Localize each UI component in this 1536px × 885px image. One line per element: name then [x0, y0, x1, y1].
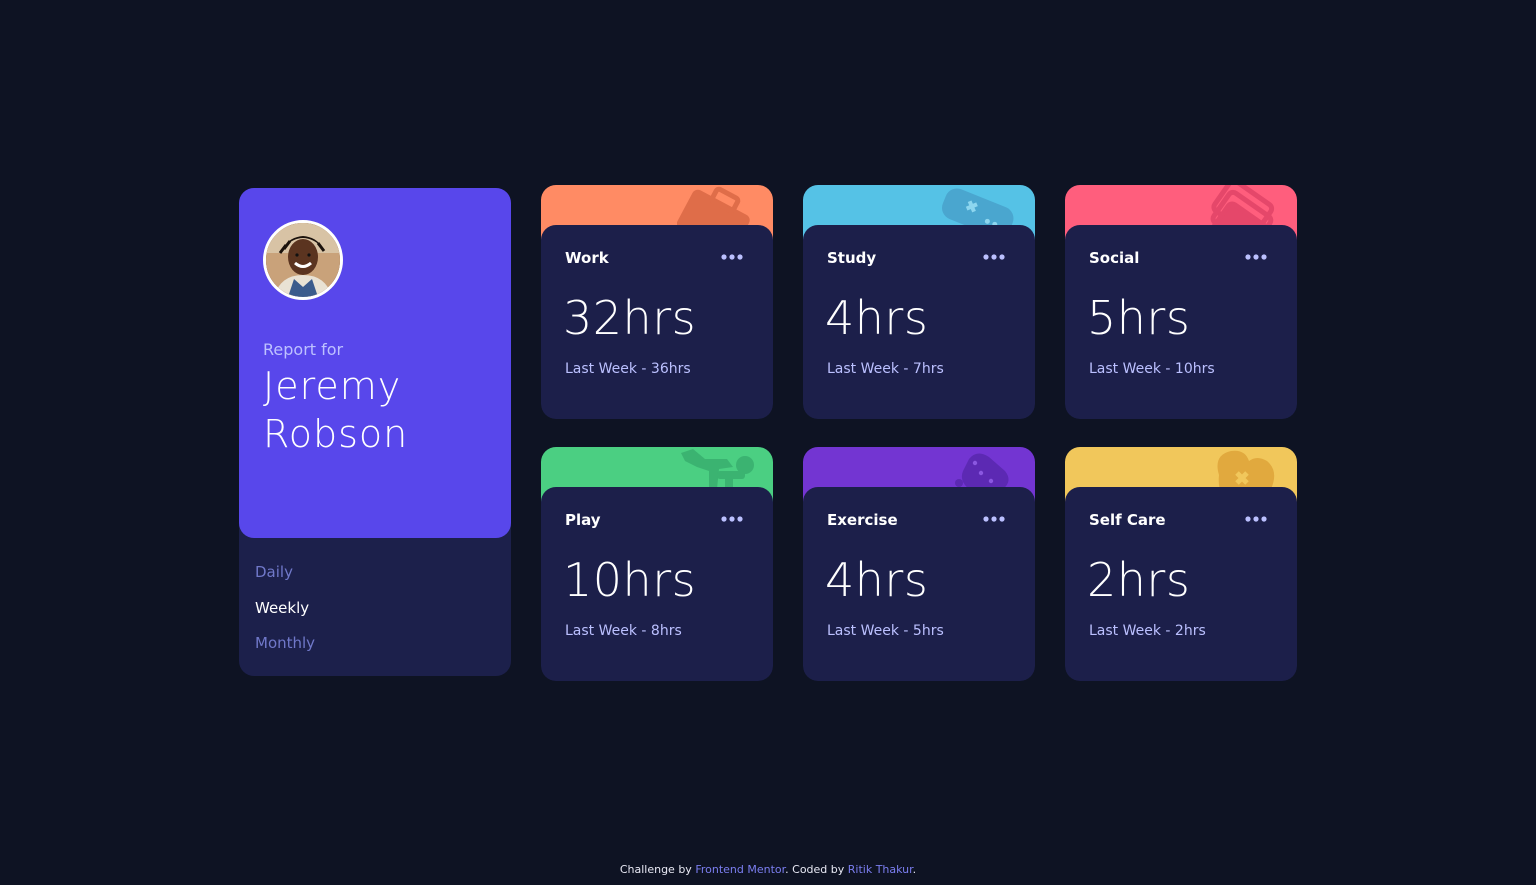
footer-prefix: Challenge by: [619, 863, 692, 876]
previous-hours: Last Week - 10hrs: [1089, 361, 1215, 377]
current-hours: 4hrs: [825, 291, 929, 345]
current-hours: 2hrs: [1087, 553, 1191, 607]
exercise-body: Exercise 4hrs Last Week - 5hrs: [803, 487, 1035, 681]
activity-title: Self Care: [1089, 511, 1166, 529]
play-body: Play 10hrs Last Week - 8hrs: [541, 487, 773, 681]
activity-card-work: Work 32hrs Last Week - 36hrs: [541, 185, 773, 419]
period-weekly[interactable]: Weekly: [255, 594, 315, 630]
footer-suffix: .: [912, 863, 917, 876]
current-hours: 10hrs: [563, 553, 697, 607]
study-body: Study 4hrs Last Week - 7hrs: [803, 225, 1035, 419]
activity-title: Work: [565, 249, 609, 267]
report-for-label: Report for: [263, 340, 344, 359]
activity-title: Study: [827, 249, 877, 267]
social-body: Social 5hrs Last Week - 10hrs: [1065, 225, 1297, 419]
previous-hours: Last Week - 5hrs: [827, 623, 944, 639]
activity-card-play: Play 10hrs Last Week - 8hrs: [541, 447, 773, 681]
self-care-body: Self Care 2hrs Last Week - 2hrs: [1065, 487, 1297, 681]
activity-card-self-care: Self Care 2hrs Last Week - 2hrs: [1065, 447, 1297, 681]
period-list: Daily Weekly Monthly: [255, 558, 315, 665]
footer-middle: . Coded by: [785, 863, 845, 876]
activity-title: Social: [1089, 249, 1140, 267]
previous-hours: Last Week - 36hrs: [565, 361, 691, 377]
current-hours: 5hrs: [1087, 291, 1191, 345]
period-monthly[interactable]: Monthly: [255, 629, 315, 665]
ellipsis-icon[interactable]: [1245, 516, 1267, 522]
current-hours: 4hrs: [825, 553, 929, 607]
previous-hours: Last Week - 7hrs: [827, 361, 944, 377]
activity-card-exercise: Exercise 4hrs Last Week - 5hrs: [803, 447, 1035, 681]
avatar: [263, 220, 343, 300]
user-name: Jeremy Robson: [263, 364, 409, 456]
ellipsis-icon[interactable]: [983, 254, 1005, 260]
ellipsis-icon[interactable]: [721, 516, 743, 522]
profile-card: Report for Jeremy Robson Daily Weekly Mo…: [239, 188, 511, 676]
period-daily[interactable]: Daily: [255, 558, 315, 594]
activity-card-social: Social 5hrs Last Week - 10hrs: [1065, 185, 1297, 419]
frontend-mentor-link[interactable]: Frontend Mentor: [695, 863, 785, 876]
previous-hours: Last Week - 8hrs: [565, 623, 682, 639]
ellipsis-icon[interactable]: [721, 254, 743, 260]
activity-card-study: Study 4hrs Last Week - 7hrs: [803, 185, 1035, 419]
current-hours: 32hrs: [563, 291, 697, 345]
ellipsis-icon[interactable]: [1245, 254, 1267, 260]
author-link[interactable]: Ritik Thakur: [848, 863, 913, 876]
ellipsis-icon[interactable]: [983, 516, 1005, 522]
attribution-footer: Challenge by Frontend Mentor. Coded by R…: [0, 863, 1536, 876]
activity-title: Exercise: [827, 511, 898, 529]
work-body: Work 32hrs Last Week - 36hrs: [541, 225, 773, 419]
profile-header: Report for Jeremy Robson: [239, 188, 511, 538]
activity-title: Play: [565, 511, 601, 529]
previous-hours: Last Week - 2hrs: [1089, 623, 1206, 639]
